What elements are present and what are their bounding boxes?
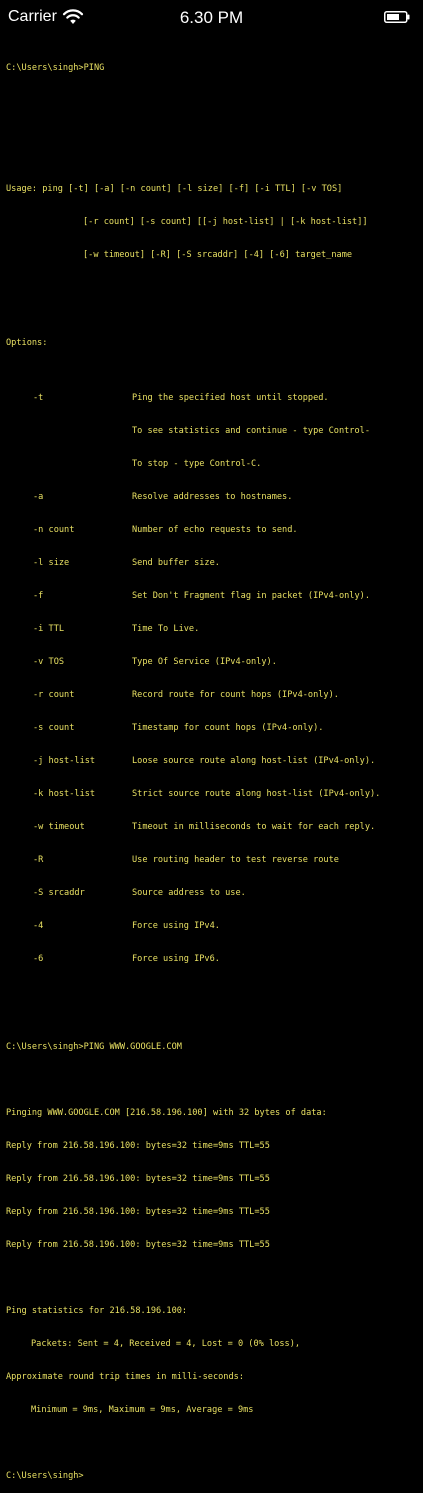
option-row: -n count Number of echo requests to send. [6, 525, 420, 536]
option-row: -s count Timestamp for count hops (IPv4-o… [6, 723, 420, 734]
options-header: Options: [6, 338, 48, 348]
option-flag: -R [33, 855, 44, 865]
option-description: Send buffer size. [132, 558, 220, 568]
option-description: Record route for count hops (IPv4-only). [132, 690, 339, 700]
command-prompt-line: C:\Users\singh>PING WWW.GOOGLE.COM [6, 1042, 182, 1052]
option-row: To see statistics and continue - type Co… [6, 426, 420, 437]
option-flag: -r count [33, 690, 75, 700]
option-flag: -k host-list [33, 789, 96, 799]
option-description: Time To Live. [132, 624, 200, 634]
option-description: To stop - type Control-C. [132, 459, 262, 469]
option-description: Timestamp for count hops (IPv4-only). [132, 723, 324, 733]
option-flag: -n count [33, 525, 75, 535]
usage-line: Usage: ping [-t] [-a] [-n count] [-l siz… [6, 184, 343, 194]
stats-header: Ping statistics for 216.58.196.100: [6, 1306, 188, 1316]
option-row: -k host-list Strict source route along ho… [6, 789, 420, 800]
battery-icon [384, 11, 410, 23]
option-description: To see statistics and continue - type Co… [132, 426, 370, 436]
usage-line: [-w timeout] [-R] [-S srcaddr] [-4] [-6]… [83, 250, 353, 260]
option-row: -i TTL Time To Live. [6, 624, 420, 635]
option-flag: -i TTL [33, 624, 65, 634]
option-description: Force using IPv4. [132, 921, 220, 931]
option-flag: -4 [33, 921, 44, 931]
option-flag: -w timeout [33, 822, 85, 832]
pinging-line: Pinging WWW.GOOGLE.COM [216.58.196.100] … [6, 1108, 327, 1118]
packets-line: Packets: Sent = 4, Received = 4, Lost = … [31, 1339, 301, 1349]
option-flag: -6 [33, 954, 44, 964]
option-row: -6 Force using IPv6. [6, 954, 420, 965]
option-row: -t Ping the specified host until stopped. [6, 393, 420, 404]
status-bar: Carrier 6.30 PM [0, 0, 423, 36]
option-row: -f Set Don't Fragment flag in packet (IPv… [6, 591, 420, 602]
command-prompt-line: C:\Users\singh> [6, 1471, 84, 1481]
terminal-output[interactable]: C:\Users\singh>PING Usage: ping [-t] [-a… [6, 41, 420, 1493]
option-row: To stop - type Control-C. [6, 459, 420, 470]
option-row: -j host-list Loose source route along hos… [6, 756, 420, 767]
reply-line: Reply from 216.58.196.100: bytes=32 time… [6, 1207, 270, 1217]
option-description: Loose source route along host-list (IPv4… [132, 756, 376, 766]
option-flag: -a [33, 492, 44, 502]
reply-line: Reply from 216.58.196.100: bytes=32 time… [6, 1141, 270, 1151]
usage-block: Usage: ping [-t] [-a] [-n count] [-l siz… [6, 162, 420, 283]
option-flag: -t [33, 393, 44, 403]
option-flag: -s count [33, 723, 75, 733]
option-flag: -l size [33, 558, 70, 568]
rtt-line: Minimum = 9ms, Maximum = 9ms, Average = … [31, 1405, 254, 1415]
option-row: -S srcaddr Source address to use. [6, 888, 420, 899]
option-row: -w timeout Timeout in milliseconds to wai… [6, 822, 420, 833]
option-description: Source address to use. [132, 888, 246, 898]
option-description: Set Don't Fragment flag in packet (IPv4-… [132, 591, 370, 601]
option-row: -R Use routing header to test reverse rou… [6, 855, 420, 866]
option-description: Type Of Service (IPv4-only). [132, 657, 277, 667]
option-description: Ping the specified host until stopped. [132, 393, 329, 403]
option-row: -4 Force using IPv4. [6, 921, 420, 932]
options-list: -t Ping the specified host until stopped.… [6, 371, 420, 987]
option-description: Use routing header to test reverse route [132, 855, 339, 865]
clock: 6.30 PM [179, 8, 244, 27]
option-description: Number of echo requests to send. [132, 525, 298, 535]
option-description: Timeout in milliseconds to wait for each… [132, 822, 376, 832]
option-row: -a Resolve addresses to hostnames. [6, 492, 420, 503]
option-row: -l size Send buffer size. [6, 558, 420, 569]
option-row: -v TOS Type Of Service (IPv4-only). [6, 657, 420, 668]
option-description: Force using IPv6. [132, 954, 220, 964]
usage-line: [-r count] [-s count] [[-j host-list] | … [83, 217, 368, 227]
option-flag: -j host-list [33, 756, 96, 766]
rtt-header: Approximate round trip times in milli-se… [6, 1372, 244, 1382]
option-description: Strict source route along host-list (IPv… [132, 789, 381, 799]
reply-line: Reply from 216.58.196.100: bytes=32 time… [6, 1240, 270, 1250]
option-flag: -v TOS [33, 657, 65, 667]
option-description: Resolve addresses to hostnames. [132, 492, 293, 502]
reply-line: Reply from 216.58.196.100: bytes=32 time… [6, 1174, 270, 1184]
option-flag: -f [33, 591, 44, 601]
option-row: -r count Record route for count hops (IPv… [6, 690, 420, 701]
command-prompt-line: C:\Users\singh>PING [6, 63, 105, 73]
option-flag: -S srcaddr [33, 888, 85, 898]
